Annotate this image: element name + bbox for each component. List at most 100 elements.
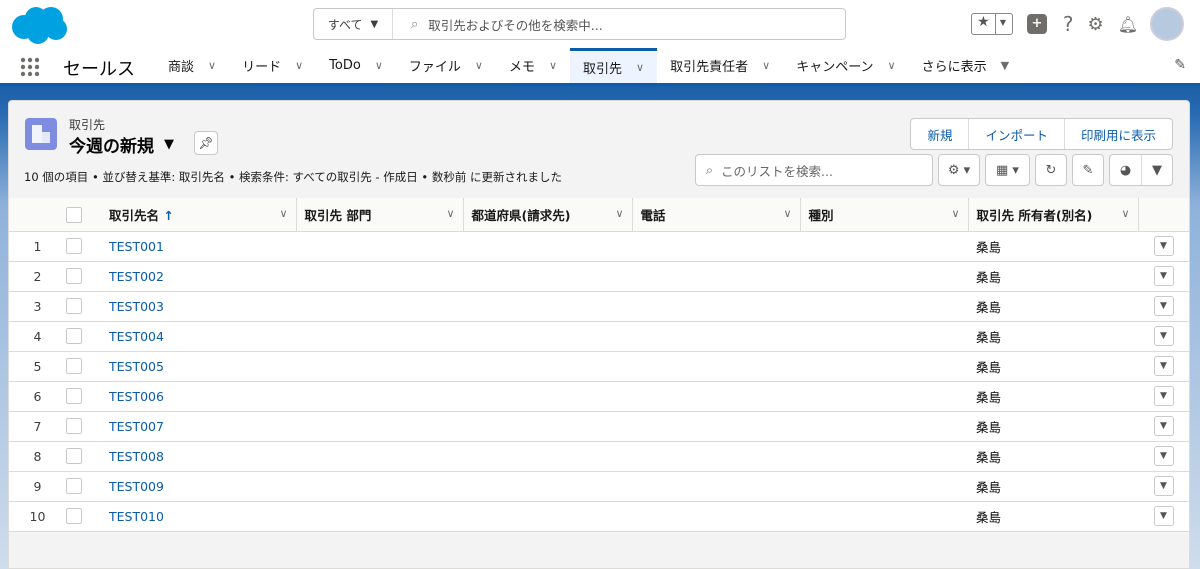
type-cell (800, 261, 968, 292)
row-actions-dropdown[interactable]: ▼ (1153, 326, 1174, 346)
column-header-type[interactable]: 種別 ∨ (800, 198, 969, 232)
row-actions-dropdown[interactable]: ▼ (1153, 356, 1174, 376)
select-all-header (66, 198, 101, 232)
gear-icon[interactable]: ⚙ (1088, 14, 1104, 35)
chevron-down-icon[interactable]: ∨ (208, 59, 216, 72)
account-name-link[interactable]: TEST007 (109, 419, 164, 434)
tab-opportunities[interactable]: 商談 ∨ (155, 48, 229, 83)
chevron-down-icon[interactable]: ∨ (636, 61, 644, 74)
chevron-down-icon[interactable]: ∨ (295, 59, 303, 72)
tab-more[interactable]: さらに表示 ▼ (909, 48, 1022, 83)
chevron-down-icon[interactable]: ∨ (549, 59, 557, 72)
chevron-down-icon[interactable]: ∨ (446, 207, 454, 220)
column-header-phone[interactable]: 電話 ∨ (632, 198, 801, 232)
tab-contacts[interactable]: 取引先責任者 ∨ (657, 48, 783, 83)
bell-icon[interactable]: 🔔︎ (1118, 15, 1138, 34)
column-header-owner[interactable]: 取引先 所有者(別名) ∨ (968, 198, 1139, 232)
chevron-down-icon[interactable]: ∨ (279, 207, 287, 220)
tab-notes[interactable]: メモ ∨ (496, 48, 570, 83)
row-checkbox[interactable] (66, 358, 82, 375)
account-name-link[interactable]: TEST008 (109, 449, 164, 464)
row-actions-dropdown[interactable]: ▼ (1153, 446, 1174, 466)
table-row: 4 TEST004 桑島 ▼ (9, 321, 1189, 352)
prefecture-cell (463, 321, 632, 352)
table-row: 1 TEST001 桑島 ▼ (9, 231, 1189, 262)
column-header-name[interactable]: 取引先名 ↑ ∨ (101, 198, 297, 232)
column-header-division[interactable]: 取引先 部門 ∨ (296, 198, 464, 232)
type-cell (800, 351, 968, 382)
accounts-table: 取引先名 ↑ ∨ 取引先 部門 ∨ 都道府県(請求先) ∨ 電話 ∨ 種別 ∨ 取引先 所… (9, 198, 1189, 532)
tab-todo[interactable]: ToDo ∨ (316, 48, 396, 83)
select-all-checkbox[interactable] (66, 206, 82, 223)
help-icon[interactable]: ? (1063, 12, 1074, 36)
row-actions-dropdown[interactable]: ▼ (1153, 476, 1174, 496)
row-checkbox[interactable] (66, 478, 82, 495)
row-actions-dropdown[interactable]: ▼ (1153, 506, 1174, 526)
row-number: 3 (9, 291, 66, 322)
app-name: セールス (63, 59, 135, 80)
table-row: 6 TEST006 桑島 ▼ (9, 381, 1189, 412)
chart-icon[interactable]: ◕ (1110, 155, 1141, 185)
global-search[interactable]: すべて ▼ ⌕ 取引先およびその他を検索中... (313, 8, 846, 40)
owner-cell: 桑島 (968, 321, 1138, 352)
list-settings-button[interactable]: ⚙ ▾ (938, 154, 980, 186)
owner-cell: 桑島 (968, 291, 1138, 322)
row-actions-dropdown[interactable]: ▼ (1153, 386, 1174, 406)
tab-leads[interactable]: リード ∨ (229, 48, 316, 83)
row-checkbox[interactable] (66, 418, 82, 435)
filter-icon[interactable]: ▼ (1141, 155, 1172, 185)
favorites-button[interactable]: ★ ▼ (970, 13, 1013, 35)
chevron-down-icon[interactable]: ∨ (615, 207, 623, 220)
row-actions-dropdown[interactable]: ▼ (1153, 416, 1174, 436)
chevron-down-icon[interactable]: ∨ (888, 59, 896, 72)
search-scope-dropdown[interactable]: すべて ▼ (314, 9, 393, 39)
search-icon: ⌕ (706, 162, 714, 177)
owner-cell: 桑島 (968, 501, 1138, 532)
import-button[interactable]: インポート (968, 119, 1064, 149)
account-name-link[interactable]: TEST005 (109, 359, 164, 374)
tab-campaigns[interactable]: キャンペーン ∨ (783, 48, 908, 83)
inline-edit-button[interactable]: ✎ (1072, 154, 1104, 186)
refresh-button[interactable]: ↻ (1035, 154, 1067, 186)
account-name-link[interactable]: TEST009 (109, 479, 164, 494)
list-search-input[interactable]: ⌕ このリストを検索... (695, 154, 933, 186)
chevron-down-icon[interactable]: ∨ (951, 207, 959, 220)
account-name-link[interactable]: TEST004 (109, 329, 164, 344)
edit-nav-pencil-icon[interactable]: ✎ (1174, 57, 1186, 73)
chevron-down-icon[interactable]: ∨ (475, 59, 483, 72)
tab-accounts[interactable]: 取引先 ∨ (570, 48, 658, 83)
column-header-prefecture[interactable]: 都道府県(請求先) ∨ (463, 198, 633, 232)
avatar[interactable] (1150, 7, 1184, 41)
owner-cell: 桑島 (968, 441, 1138, 472)
row-checkbox[interactable] (66, 328, 82, 345)
app-launcher-icon[interactable] (20, 57, 40, 77)
account-name-link[interactable]: TEST006 (109, 389, 164, 404)
new-button[interactable]: 新規 (911, 119, 968, 149)
row-checkbox[interactable] (66, 448, 82, 465)
row-checkbox[interactable] (66, 298, 82, 315)
row-actions-dropdown[interactable]: ▼ (1153, 236, 1174, 256)
print-view-button[interactable]: 印刷用に表示 (1063, 119, 1172, 149)
pencil-icon: ✎ (1082, 162, 1094, 178)
pin-list-button[interactable]: 📌︎ (194, 131, 218, 155)
account-name-link[interactable]: TEST002 (109, 269, 164, 284)
account-name-link[interactable]: TEST003 (109, 299, 164, 314)
row-actions-dropdown[interactable]: ▼ (1153, 266, 1174, 286)
row-checkbox[interactable] (66, 508, 82, 525)
row-actions-dropdown[interactable]: ▼ (1153, 296, 1174, 316)
display-as-button[interactable]: ▦ ▾ (985, 154, 1030, 186)
chevron-down-icon[interactable]: ∨ (762, 59, 770, 72)
account-name-link[interactable]: TEST010 (109, 509, 164, 524)
row-checkbox[interactable] (66, 238, 82, 255)
tab-files[interactable]: ファイル ∨ (396, 48, 496, 83)
chevron-down-icon[interactable]: ∨ (1121, 207, 1129, 220)
account-name-link[interactable]: TEST001 (109, 239, 164, 254)
chevron-down-icon[interactable]: ∨ (783, 207, 791, 220)
chevron-down-icon[interactable]: ∨ (375, 59, 383, 72)
salesforce-logo[interactable] (10, 5, 68, 45)
object-label: 取引先 (69, 118, 106, 132)
row-checkbox[interactable] (66, 388, 82, 405)
row-checkbox[interactable] (66, 268, 82, 285)
add-icon[interactable]: + (1026, 14, 1047, 34)
list-view-selector[interactable]: 今週の新規 ▼ (69, 132, 174, 157)
